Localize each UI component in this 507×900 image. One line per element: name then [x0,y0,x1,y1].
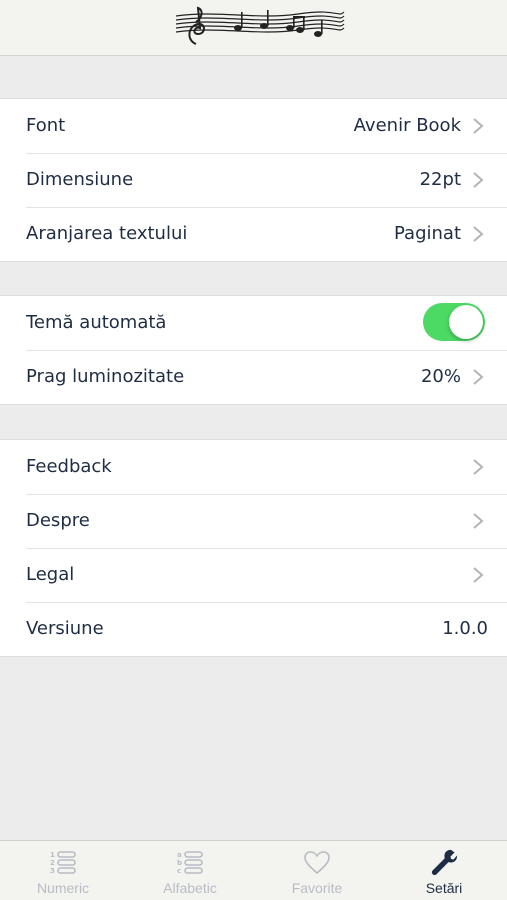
font-label: Font [26,115,66,136]
font-value: Avenir Book [353,115,461,136]
tab-numeric[interactable]: 123 Numeric [0,841,126,900]
chevron-right-icon [473,459,484,475]
chevron-right-icon [473,226,484,242]
tab-settings-label: Setări [425,880,463,896]
auto-theme-toggle[interactable] [423,303,485,341]
about-row[interactable]: Despre [0,494,507,548]
about-settings-group: Feedback Despre Legal Versiune 1.0.0 [0,439,507,657]
about-label: Despre [26,510,90,531]
theme-settings-group: Temă automată Prag luminozitate 20% [0,295,507,405]
svg-text:1: 1 [50,851,55,859]
alphabetical-list-icon: abc [177,851,203,875]
tab-favorites-label: Favorite [291,880,343,896]
feedback-row[interactable]: Feedback [0,440,507,494]
svg-text:b: b [177,859,182,867]
brightness-threshold-row[interactable]: Prag luminozitate 20% [0,350,507,404]
brightness-threshold-label: Prag luminozitate [26,366,185,387]
numbered-list-icon: 123 [50,851,76,875]
brightness-threshold-value: 20% [420,366,461,387]
auto-theme-row: Temă automată [0,296,507,350]
text-layout-label: Aranjarea textului [26,223,188,244]
legal-label: Legal [26,564,75,585]
display-settings-group: Font Avenir Book Dimensiune 22pt Aranjar… [0,98,507,262]
version-value: 1.0.0 [442,618,488,639]
music-notes-logo-icon [175,6,345,45]
size-value: 22pt [419,169,461,190]
svg-text:c: c [177,867,181,875]
tab-settings[interactable]: Setări [381,841,507,900]
text-layout-row[interactable]: Aranjarea textului Paginat [0,207,507,261]
chevron-right-icon [473,369,484,385]
feedback-label: Feedback [26,456,112,477]
tab-favorites[interactable]: Favorite [254,841,380,900]
auto-theme-label: Temă automată [26,312,167,333]
version-label: Versiune [26,618,104,639]
tab-alphabetic[interactable]: abc Alfabetic [127,841,253,900]
version-row: Versiune 1.0.0 [0,602,507,656]
size-row[interactable]: Dimensiune 22pt [0,153,507,207]
text-layout-value: Paginat [394,223,461,244]
svg-text:3: 3 [50,867,55,875]
chevron-right-icon [473,172,484,188]
svg-text:2: 2 [50,859,55,867]
tab-numeric-label: Numeric [36,880,90,896]
chevron-right-icon [473,513,484,529]
svg-text:a: a [177,851,182,859]
tab-alphabetic-label: Alfabetic [163,880,217,896]
header-bar [0,0,507,56]
size-label: Dimensiune [26,169,134,190]
wrench-icon [431,849,458,876]
legal-row[interactable]: Legal [0,548,507,602]
chevron-right-icon [473,118,484,134]
font-row[interactable]: Font Avenir Book [0,99,507,153]
heart-icon [304,851,330,875]
tab-bar: 123 Numeric abc Alfabetic Favorite Setăr… [0,840,507,900]
chevron-right-icon [473,567,484,583]
toggle-knob [449,305,483,339]
